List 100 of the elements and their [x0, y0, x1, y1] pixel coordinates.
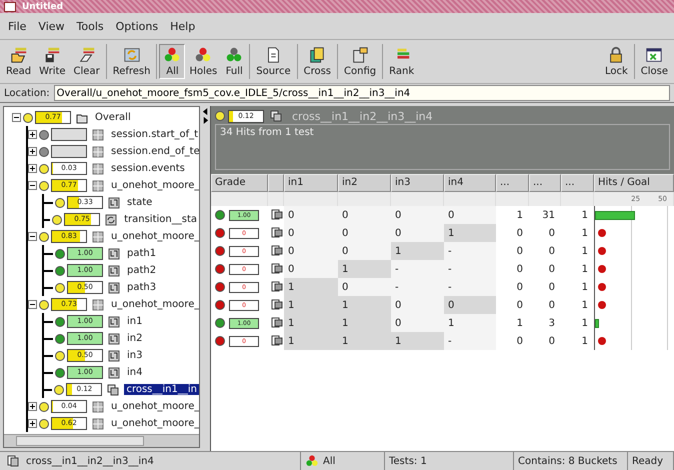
expand-toggle[interactable]	[28, 130, 37, 139]
table-cell: 31	[542, 210, 555, 220]
table-cell: 0	[448, 210, 454, 220]
column-header[interactable]: Hits / Goal	[594, 174, 674, 192]
stacked-squares-icon	[271, 281, 283, 293]
menu-item[interactable]: File	[8, 18, 26, 34]
table-cell: 1	[342, 318, 348, 328]
tree-item[interactable]: Overall	[93, 112, 133, 123]
toolbar-button[interactable]: Read	[2, 44, 36, 79]
toolbar-button[interactable]: Close	[636, 44, 672, 79]
table-cell: 0	[548, 246, 555, 256]
balls-icon	[225, 46, 244, 64]
stacked-squares-icon	[7, 455, 19, 467]
column-header[interactable]: ...	[529, 174, 561, 192]
status-tests: Tests: 1	[389, 456, 427, 466]
toolbar-button[interactable]: Rank	[385, 44, 418, 79]
column-header[interactable]: ...	[496, 174, 529, 192]
table-cell: 1	[582, 228, 588, 238]
column-header[interactable]: ...	[561, 174, 594, 192]
tree-item[interactable]: in1	[125, 316, 144, 327]
table-cell: 0	[516, 300, 523, 310]
toolbar-button[interactable]: Cross	[300, 44, 336, 79]
location-field[interactable]: Overall/u_onehot_moore_fsm5_cov.e_IDLE_5/cross__in1__in2__in3__in4	[54, 85, 670, 101]
eraser-icon	[78, 46, 96, 64]
column-header[interactable]: in4	[444, 174, 496, 192]
column-header[interactable]: Grade	[211, 174, 268, 192]
toolbar-button[interactable]: Full	[221, 44, 248, 79]
window-menu-icon[interactable]	[4, 2, 16, 12]
collapse-toggle[interactable]	[28, 232, 37, 241]
table-cell: 1	[582, 282, 588, 292]
state-icon	[108, 264, 120, 276]
toolbar-button[interactable]: Clear	[70, 44, 104, 79]
tree-item[interactable]: path1	[125, 248, 158, 259]
table-cell: 1	[516, 318, 523, 328]
table-cell: 0	[516, 282, 523, 292]
table-cell: 0	[516, 336, 523, 346]
grid-icon	[92, 146, 104, 158]
stacked-squares-icon	[271, 209, 283, 221]
table-cell: 1	[288, 300, 294, 310]
status-filter: All	[323, 456, 336, 466]
table-cell: 0	[395, 318, 402, 328]
tree-item[interactable]: u_onehot_moore_	[109, 418, 199, 429]
tree-item[interactable]: state	[125, 197, 154, 208]
column-header[interactable]	[268, 174, 284, 192]
horizontal-scrollbar[interactable]	[4, 434, 199, 447]
state-icon	[108, 316, 120, 328]
table-cell: 1	[582, 336, 588, 346]
menu-item[interactable]: Tools	[76, 18, 104, 34]
expand-toggle[interactable]	[28, 164, 37, 173]
stacked-squares-icon	[271, 245, 283, 257]
menu-item[interactable]: View	[38, 18, 65, 34]
split-arrows-icon[interactable]	[202, 107, 208, 125]
table-cell: 0	[395, 210, 402, 220]
tree-item[interactable]: u_onehot_moore_	[109, 401, 199, 412]
table-cell: 1	[288, 282, 294, 292]
tree-item[interactable]: in4	[125, 367, 144, 378]
tree-item[interactable]: session.events	[109, 163, 187, 174]
toolbar-button[interactable]: Source	[252, 44, 295, 79]
tree-item[interactable]: u_onehot_moore_	[109, 231, 199, 242]
toolbar-button[interactable]: Holes	[185, 44, 222, 79]
score-gauge	[51, 145, 87, 158]
grid-icon	[92, 128, 104, 140]
toolbar-button[interactable]: Refresh	[108, 44, 154, 79]
table-cell: -	[395, 264, 399, 274]
stacked-squares-icon	[271, 227, 283, 239]
collapse-toggle[interactable]	[28, 181, 37, 190]
tree-item[interactable]: path3	[125, 282, 158, 293]
expand-toggle[interactable]	[28, 147, 37, 156]
column-header[interactable]: in3	[391, 174, 444, 192]
cycle-icon	[105, 214, 118, 226]
expand-toggle[interactable]	[28, 402, 37, 411]
toolbar-button[interactable]: Write	[35, 44, 70, 79]
tree-item[interactable]: in2	[125, 333, 144, 344]
close-window-icon	[645, 46, 664, 64]
tree-item[interactable]: transition__sta	[122, 214, 199, 225]
menu-item[interactable]: Options	[116, 18, 158, 34]
tree-item[interactable]: u_onehot_moore_	[109, 180, 199, 191]
summary-text: 34 Hits from 1 test	[220, 127, 314, 138]
tree-item[interactable]: path2	[125, 265, 158, 276]
tree-item[interactable]: in3	[125, 350, 144, 361]
expand-toggle[interactable]	[28, 419, 37, 428]
toolbar-button[interactable]: Lock	[600, 44, 632, 79]
menu-item[interactable]: Help	[170, 18, 196, 34]
toolbar-button[interactable]: All	[159, 44, 186, 79]
tree-item[interactable]: u_onehot_moore_	[109, 299, 199, 310]
tree-item[interactable]: session.end_of_te	[109, 146, 199, 157]
table-cell: 1	[582, 300, 588, 310]
stacked-squares-icon	[271, 299, 283, 311]
tree-item[interactable]: cross__in1__in	[124, 384, 199, 395]
stacked-folders-icon	[308, 46, 326, 64]
toolbar-button[interactable]: Config	[340, 44, 380, 79]
grid-icon	[92, 162, 104, 174]
collapse-toggle[interactable]	[28, 300, 37, 309]
column-header[interactable]: in1	[284, 174, 338, 192]
column-header[interactable]: in2	[338, 174, 391, 192]
tree-item[interactable]: session.start_of_t	[109, 129, 199, 140]
table-cell: 1	[448, 228, 454, 238]
grid-icon	[92, 180, 104, 192]
collapse-toggle[interactable]	[12, 113, 21, 122]
state-icon	[108, 350, 120, 362]
